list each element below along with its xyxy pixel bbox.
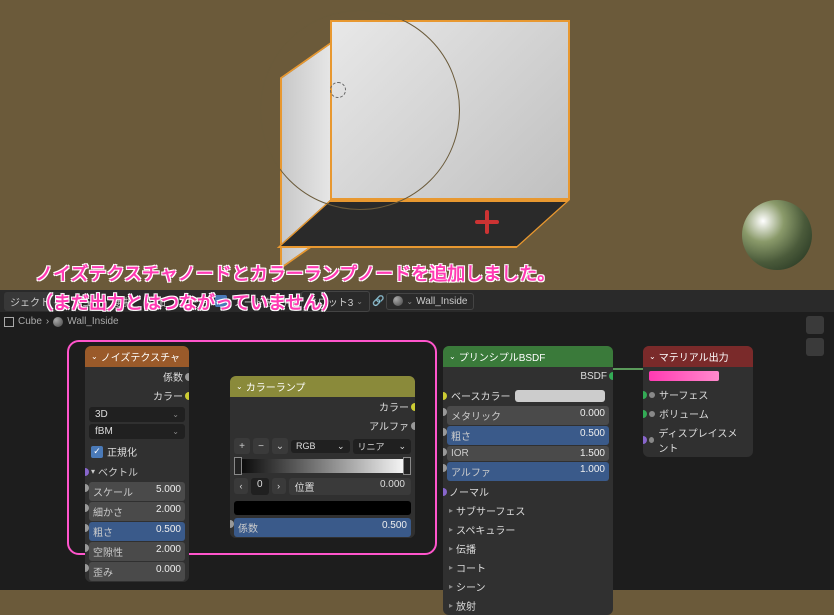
distortion-input[interactable]: 歪み0.000 [89, 562, 185, 581]
remove-stop-button[interactable]: − [253, 438, 269, 454]
socket-icon[interactable] [609, 372, 613, 380]
socket-icon[interactable] [85, 564, 89, 572]
emission-panel[interactable]: ▸放射 [443, 596, 613, 615]
cursor-3d-icon [475, 210, 499, 234]
transmission-panel[interactable]: ▸伝播 [443, 539, 613, 558]
output-color[interactable]: カラー [230, 397, 415, 416]
socket-icon[interactable] [230, 520, 234, 528]
type-select[interactable]: fBM⌄ [89, 424, 185, 439]
subsurface-panel[interactable]: ▸サブサーフェス [443, 501, 613, 520]
interp-select[interactable]: RGB⌄ [291, 440, 350, 453]
breadcrumb-object[interactable]: Cube [18, 316, 42, 327]
socket-icon[interactable] [643, 410, 647, 418]
volume-input[interactable]: ボリューム [643, 404, 753, 423]
light-radius-icon [260, 10, 460, 210]
roughness-input[interactable]: 粗さ0.500 [447, 426, 609, 445]
socket-icon[interactable] [185, 373, 189, 381]
socket-icon[interactable] [411, 422, 415, 430]
output-alpha[interactable]: アルファ [230, 416, 415, 435]
normal-input[interactable]: ノーマル [443, 482, 613, 501]
output-swatch-row [643, 367, 753, 385]
sheen-panel[interactable]: ▸シーン [443, 577, 613, 596]
socket-icon[interactable] [443, 448, 447, 456]
tool-icon[interactable] [806, 338, 824, 356]
cube-icon [4, 317, 14, 327]
stop-color-swatch[interactable] [234, 501, 411, 515]
noise-texture-node[interactable]: ⌄ノイズテクスチャ 係数 カラー 3D⌄ fBM⌄ ✓正規化 ▾ベクトル スケー… [85, 346, 189, 582]
socket-icon[interactable] [443, 428, 447, 436]
color-ramp-node[interactable]: ⌄カラーランプ カラー アルファ + − ⌄ RGB⌄ リニア⌄ ‹ 0 › 位… [230, 376, 415, 538]
surface-preview-swatch [649, 371, 719, 381]
annotation-line2: （まだ出力とはつながっていません） [35, 289, 555, 318]
socket-icon[interactable] [443, 392, 447, 400]
node-header[interactable]: ⌄マテリアル出力 [643, 346, 753, 367]
fac-input[interactable]: 係数0.500 [234, 518, 411, 537]
scale-input[interactable]: スケール5.000 [89, 482, 185, 501]
roughness-input[interactable]: 粗さ0.500 [89, 522, 185, 541]
hdri-preview-sphere[interactable] [742, 200, 812, 270]
node-editor[interactable]: ジェクト⌄ ビュー 選択 追加 ノード ✓ ノードを使用 スロット3⌄ 🔗 ⌄W… [0, 290, 834, 590]
stop-index[interactable]: 0 [251, 478, 269, 495]
cube-floor-face [277, 200, 570, 248]
prev-stop-button[interactable]: ‹ [234, 478, 248, 494]
material-output-node[interactable]: ⌄マテリアル出力 サーフェス ボリューム ディスプレイスメント [643, 346, 753, 457]
annotation-line1: ノイズテクスチャノードとカラーランプノードを追加しました。 [35, 260, 555, 289]
surface-input[interactable]: サーフェス [643, 385, 753, 404]
color-ramp-gradient[interactable] [234, 459, 411, 473]
color-swatch[interactable] [515, 390, 605, 402]
viewport-3d[interactable] [0, 0, 834, 290]
add-stop-button[interactable]: + [234, 438, 250, 454]
socket-icon[interactable] [443, 464, 447, 472]
alpha-input[interactable]: アルファ1.000 [447, 462, 609, 481]
breadcrumb: Cube › Wall_Inside [4, 316, 119, 327]
displacement-input[interactable]: ディスプレイスメント [643, 423, 753, 457]
node-header[interactable]: ⌄ノイズテクスチャ [85, 346, 189, 367]
material-ball-icon [53, 317, 63, 327]
socket-icon[interactable] [443, 408, 447, 416]
node-header[interactable]: ⌄プリンシプルBSDF [443, 346, 613, 367]
ior-input[interactable]: IOR1.500 [447, 446, 609, 461]
annotation-text: ノイズテクスチャノードとカラーランプノードを追加しました。 （まだ出力とはつなが… [35, 260, 555, 318]
ramp-toolbar: + − ⌄ RGB⌄ リニア⌄ [230, 435, 415, 457]
breadcrumb-material[interactable]: Wall_Inside [67, 316, 118, 327]
sidebar-icons [806, 316, 826, 356]
ramp-stop-handle[interactable] [234, 457, 242, 475]
light-origin-icon [330, 82, 346, 98]
socket-icon[interactable] [85, 544, 89, 552]
socket-icon[interactable] [643, 391, 647, 399]
position-input[interactable]: 位置0.000 [289, 478, 411, 495]
tool-icon[interactable] [806, 316, 824, 334]
specular-panel[interactable]: ▸スペキュラー [443, 520, 613, 539]
normalize-checkbox[interactable]: ✓正規化 [85, 441, 189, 462]
lacunarity-input[interactable]: 空隙性2.000 [89, 542, 185, 561]
base-color-input[interactable]: ベースカラー [447, 386, 609, 405]
principled-bsdf-node[interactable]: ⌄プリンシプルBSDF BSDF ベースカラー メタリック0.000 粗さ0.5… [443, 346, 613, 615]
chevron-right-icon: › [46, 316, 49, 327]
socket-icon[interactable] [85, 468, 89, 476]
ramp-menu-button[interactable]: ⌄ [272, 438, 288, 454]
detail-input[interactable]: 細かさ2.000 [89, 502, 185, 521]
output-bsdf[interactable]: BSDF [443, 367, 613, 385]
socket-icon[interactable] [185, 392, 189, 400]
output-fac[interactable]: 係数 [85, 367, 189, 386]
ramp-stop-handle[interactable] [403, 457, 411, 475]
socket-icon[interactable] [443, 488, 447, 496]
output-color[interactable]: カラー [85, 386, 189, 405]
vector-input[interactable]: ▾ベクトル [85, 462, 189, 481]
socket-icon[interactable] [643, 436, 647, 444]
dimension-select[interactable]: 3D⌄ [89, 407, 185, 422]
node-header[interactable]: ⌄カラーランプ [230, 376, 415, 397]
socket-icon[interactable] [85, 484, 89, 492]
mode-select[interactable]: リニア⌄ [353, 439, 412, 454]
node-link[interactable] [613, 368, 643, 370]
metallic-input[interactable]: メタリック0.000 [447, 406, 609, 425]
next-stop-button[interactable]: › [272, 478, 286, 494]
socket-icon[interactable] [85, 504, 89, 512]
socket-icon[interactable] [411, 403, 415, 411]
socket-icon[interactable] [85, 524, 89, 532]
coat-panel[interactable]: ▸コート [443, 558, 613, 577]
